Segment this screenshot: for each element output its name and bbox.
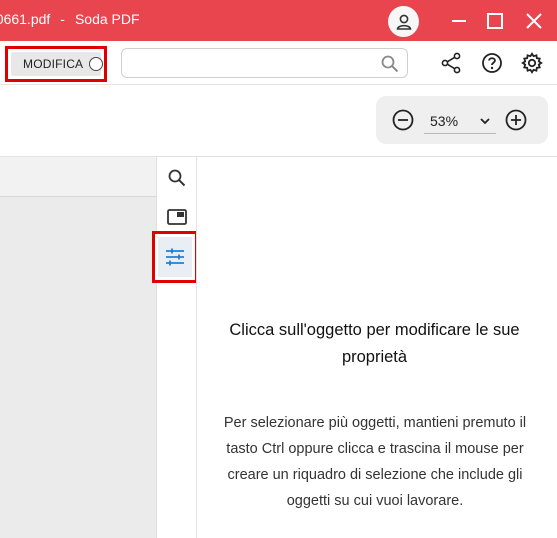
maximize-icon <box>487 13 503 29</box>
gear-icon <box>521 52 543 74</box>
rail-properties-button[interactable] <box>158 237 192 277</box>
minimize-button[interactable] <box>446 8 472 34</box>
settings-button[interactable] <box>520 51 544 75</box>
share-icon <box>441 52 461 74</box>
close-button[interactable] <box>521 8 547 34</box>
properties-sliders-icon <box>166 248 184 266</box>
close-icon <box>526 13 542 29</box>
search-icon[interactable] <box>380 54 400 74</box>
window-title: 20661.pdf-Soda PDF <box>0 11 140 27</box>
app-name: Soda PDF <box>74 11 140 27</box>
properties-panel: Clicca sull'oggetto per modificare le su… <box>196 157 557 538</box>
maximize-button[interactable] <box>482 8 508 34</box>
toolbar: MODIFICA <box>0 41 557 85</box>
modifica-radio[interactable] <box>89 57 103 71</box>
search-box[interactable] <box>121 48 408 78</box>
minimize-icon <box>452 20 466 22</box>
share-button[interactable] <box>439 51 463 75</box>
zoom-control: 53% <box>376 96 548 144</box>
rail-search-button[interactable] <box>164 165 190 191</box>
zoom-out-icon[interactable] <box>391 108 415 132</box>
title-separator: - <box>60 11 65 27</box>
zoom-in-icon[interactable] <box>504 108 528 132</box>
rail-thumbnail-button[interactable] <box>164 204 190 230</box>
modifica-toggle-button[interactable]: MODIFICA <box>11 52 103 76</box>
panel-instructions: Per selezionare più oggetti, mantieni pr… <box>223 415 527 509</box>
panel-heading: Clicca sull'oggetto per modificare le su… <box>229 321 520 366</box>
user-icon <box>396 14 411 30</box>
search-icon <box>168 169 186 187</box>
zoom-select[interactable]: 53% <box>424 108 496 134</box>
thumbnail-icon <box>167 209 187 225</box>
document-view[interactable] <box>0 157 156 538</box>
file-name: 20661.pdf <box>0 11 51 27</box>
side-rail <box>156 157 196 538</box>
help-button[interactable] <box>480 51 504 75</box>
rail-properties-highlight <box>152 231 198 283</box>
help-icon <box>482 53 502 73</box>
document-header-strip <box>0 157 156 197</box>
chevron-down-icon <box>480 118 490 125</box>
title-bar: 20661.pdf-Soda PDF <box>0 0 557 41</box>
modifica-highlight-box: MODIFICA <box>5 46 107 82</box>
search-input[interactable] <box>130 53 370 73</box>
modifica-label: MODIFICA <box>23 57 84 71</box>
account-button[interactable] <box>388 6 419 37</box>
zoom-value: 53% <box>430 112 459 129</box>
